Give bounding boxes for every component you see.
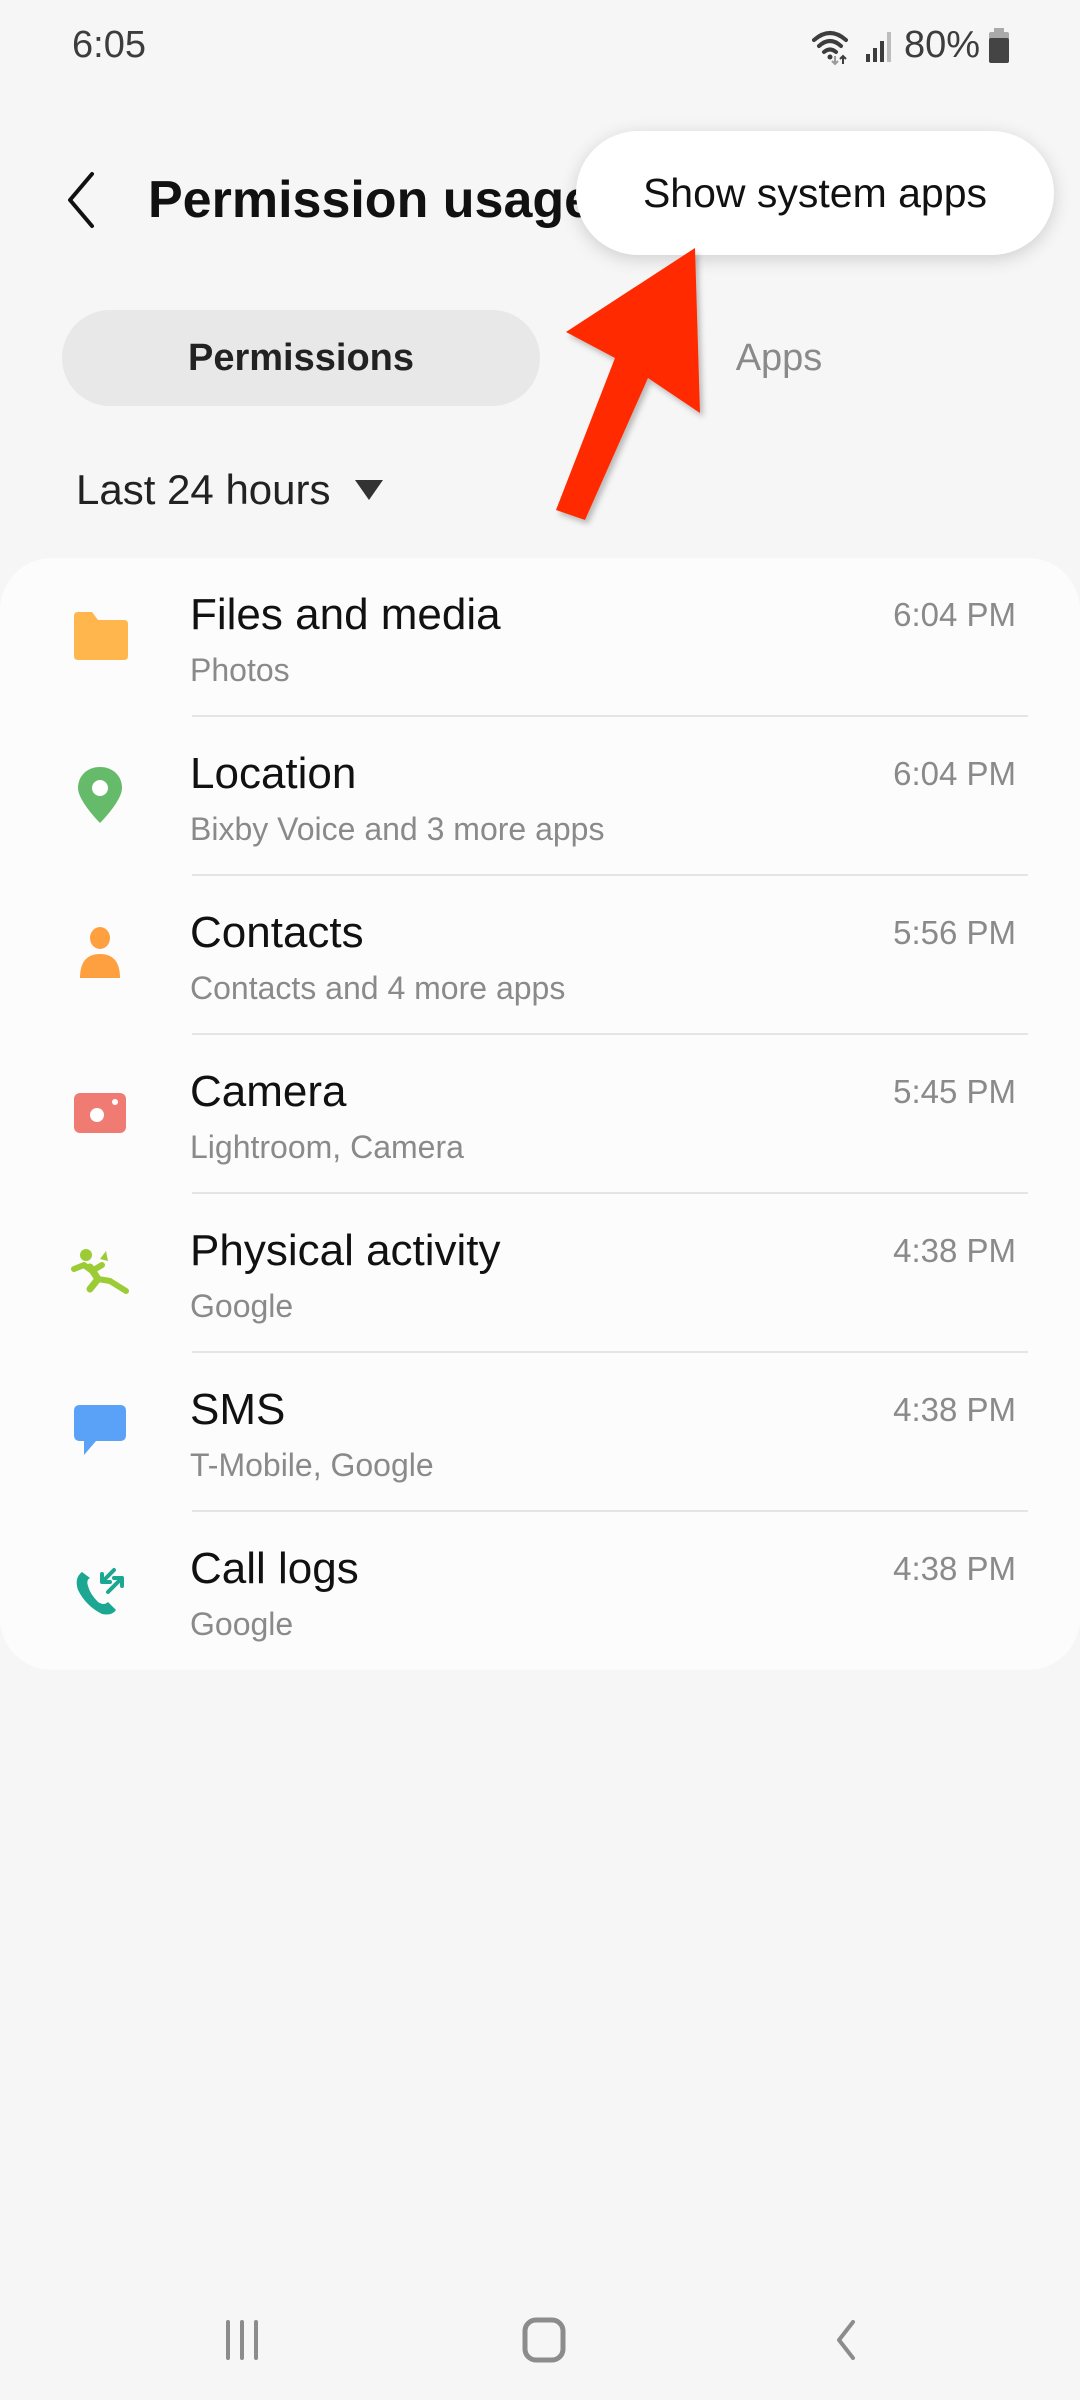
permission-time: 5:45 PM	[893, 1073, 1016, 1110]
recents-icon	[226, 2320, 258, 2360]
permission-time: 6:04 PM	[893, 755, 1016, 792]
camera-icon	[62, 1075, 138, 1151]
permission-time: 6:04 PM	[893, 596, 1016, 633]
permission-time: 4:38 PM	[893, 1391, 1016, 1428]
list-item[interactable]: Location Bixby Voice and 3 more apps 6:0…	[0, 717, 1080, 876]
battery-icon	[989, 27, 1009, 63]
page-title: Permission usage	[148, 171, 594, 229]
back-button[interactable]	[58, 168, 108, 232]
permission-apps: Contacts and 4 more apps	[190, 970, 566, 1006]
permission-title: Contacts	[190, 908, 364, 957]
location-pin-icon	[62, 757, 138, 833]
list-item[interactable]: Contacts Contacts and 4 more apps 5:56 P…	[0, 876, 1080, 1035]
list-item[interactable]: Call logs Google 4:38 PM	[0, 1512, 1080, 1671]
home-button[interactable]	[504, 2310, 584, 2370]
list-item[interactable]: Files and media Photos 6:04 PM	[0, 558, 1080, 717]
signal-icon	[865, 31, 891, 62]
list-item[interactable]: Camera Lightroom, Camera 5:45 PM	[0, 1035, 1080, 1194]
show-system-apps-menu-item[interactable]: Show system apps	[643, 170, 987, 217]
system-back-button[interactable]	[806, 2310, 886, 2370]
chevron-left-icon	[68, 172, 94, 228]
recents-button[interactable]	[202, 2310, 282, 2370]
list-item[interactable]: SMS T-Mobile, Google 4:38 PM	[0, 1353, 1080, 1512]
permission-apps: T-Mobile, Google	[190, 1447, 434, 1483]
permission-time: 5:56 PM	[893, 914, 1016, 951]
caret-down-icon	[354, 480, 383, 500]
permission-title: Physical activity	[190, 1226, 501, 1275]
permission-apps: Google	[190, 1606, 294, 1642]
permission-title: Files and media	[190, 590, 501, 639]
list-item[interactable]: Physical activity Google 4:38 PM	[0, 1194, 1080, 1353]
permission-list: Files and media Photos 6:04 PM Location …	[0, 558, 1080, 1670]
permission-apps: Lightroom, Camera	[190, 1129, 464, 1165]
back-icon	[837, 2320, 855, 2360]
permission-time: 4:38 PM	[893, 1232, 1016, 1269]
permission-apps: Google	[190, 1288, 294, 1324]
permission-title: SMS	[190, 1385, 286, 1434]
folder-icon	[62, 598, 138, 674]
navigation-bar	[0, 2290, 1080, 2390]
permission-apps: Bixby Voice and 3 more apps	[190, 811, 605, 847]
person-icon	[62, 916, 138, 992]
time-range-label: Last 24 hours	[76, 466, 331, 513]
home-icon	[522, 2317, 566, 2363]
permission-apps: Photos	[190, 652, 290, 688]
message-bubble-icon	[62, 1393, 138, 1469]
battery-percent: 80%	[903, 24, 980, 66]
running-person-icon	[62, 1234, 138, 1310]
permission-time: 4:38 PM	[893, 1550, 1016, 1587]
wifi-icon	[811, 30, 848, 65]
permission-title: Call logs	[190, 1544, 359, 1593]
status-icons: 80%	[810, 24, 1010, 67]
status-time: 6:05	[72, 24, 146, 66]
status-bar: 6:05 80%	[0, 0, 1080, 90]
time-range-dropdown[interactable]: Last 24 hours	[76, 466, 383, 514]
tab-permissions[interactable]: Permissions	[62, 310, 540, 406]
red-arrow-annotation	[556, 248, 700, 520]
permission-title: Location	[190, 749, 357, 798]
permission-title: Camera	[190, 1067, 347, 1116]
call-log-icon	[62, 1552, 138, 1628]
